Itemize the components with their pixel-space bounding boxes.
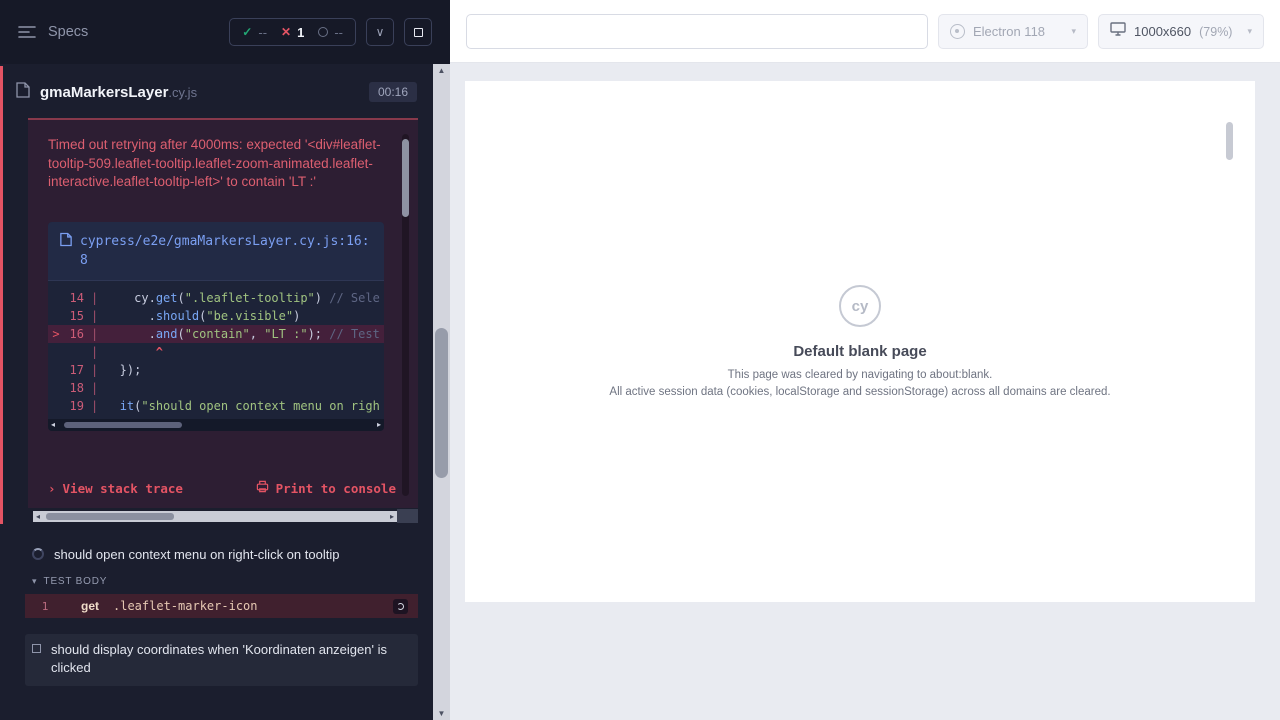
- scroll-left-icon[interactable]: ◂: [51, 419, 55, 431]
- stat-passed: ✓ --: [242, 25, 267, 40]
- collapse-tests-button[interactable]: ∨: [366, 18, 394, 46]
- aut-scrollbar-thumb[interactable]: [1226, 122, 1233, 160]
- code-line: 17| });: [48, 361, 384, 379]
- reporter-vscroll-thumb[interactable]: [435, 328, 448, 478]
- reporter-panel: Specs ✓ -- ✕ 1 -- ∨: [0, 0, 450, 720]
- blank-page-line1: This page was cleared by navigating to a…: [728, 369, 993, 381]
- passed-count: --: [258, 25, 267, 40]
- error-vscroll-thumb[interactable]: [402, 139, 409, 217]
- test-item-pending[interactable]: should display coordinates when 'Koordin…: [25, 634, 418, 686]
- command-spinner-icon: [397, 603, 404, 610]
- test-body-label: TEST BODY: [44, 576, 108, 587]
- blank-page-title: Default blank page: [793, 343, 926, 360]
- test-item-running[interactable]: should open context menu on right-click …: [25, 540, 418, 568]
- pending-test-icon: [32, 644, 41, 653]
- failed-suite-border: [0, 66, 3, 524]
- scroll-left-icon[interactable]: ◂: [36, 511, 40, 522]
- code-line: 14| cy.get(".leaflet-tooltip") // Sele: [48, 289, 384, 307]
- spec-name[interactable]: gmaMarkersLayer: [40, 84, 168, 101]
- command-number: 1: [25, 600, 65, 613]
- spec-extension: .cy.js: [168, 85, 197, 100]
- code-line: 19| it("should open context menu on righ: [48, 397, 384, 415]
- stop-run-button[interactable]: [404, 18, 432, 46]
- specs-label: Specs: [48, 24, 88, 40]
- spec-header: gmaMarkersLayer .cy.js 00:16: [0, 72, 433, 112]
- code-frame-header: cypress/e2e/gmaMarkersLayer.cy.js:16:8: [48, 222, 384, 281]
- cypress-runner: Specs ✓ -- ✕ 1 -- ∨: [0, 0, 1280, 720]
- viewport-size: 1000x660: [1134, 24, 1191, 39]
- spec-duration-badge: 00:16: [369, 82, 417, 102]
- electron-browser-icon: [950, 24, 965, 39]
- reporter-vscrollbar[interactable]: ▲ ▼: [433, 64, 450, 720]
- test-title: should open context menu on right-click …: [54, 547, 339, 562]
- view-stack-trace-label: View stack trace: [63, 481, 183, 496]
- print-to-console-label: Print to console: [276, 481, 396, 496]
- stop-icon: [414, 28, 423, 37]
- running-spinner-icon: [32, 548, 44, 560]
- command-message: .leaflet-marker-icon: [113, 599, 258, 613]
- cypress-logo: cy: [839, 285, 881, 327]
- reporter-hscrollbar[interactable]: ◂ ▸: [33, 511, 397, 522]
- section-chevron-icon: ▾: [32, 576, 37, 587]
- code-frame-file-link[interactable]: cypress/e2e/gmaMarkersLayer.cy.js:16:8: [80, 232, 372, 270]
- error-message: Timed out retrying after 4000ms: expecte…: [48, 136, 386, 192]
- failed-icon: ✕: [281, 25, 291, 39]
- scroll-right-icon[interactable]: ▸: [377, 419, 381, 431]
- url-input[interactable]: [466, 14, 928, 49]
- chevron-down-icon: ▾: [1071, 26, 1076, 37]
- command-row[interactable]: 1 get .leaflet-marker-icon: [25, 594, 418, 618]
- command-retry-badge: [393, 599, 408, 614]
- chevron-down-icon: ∨: [376, 25, 385, 39]
- browser-name: Electron 118: [973, 24, 1045, 39]
- passed-icon: ✓: [242, 25, 252, 39]
- browser-select[interactable]: Electron 118 ▾: [938, 14, 1088, 49]
- print-to-console-button[interactable]: Print to console: [256, 480, 396, 496]
- code-frame-hscrollbar[interactable]: ◂ ▸: [48, 419, 384, 431]
- code-frame-lines: 14| cy.get(".leaflet-tooltip") // Sele15…: [48, 281, 384, 419]
- code-line: | ^: [48, 343, 384, 361]
- specs-list-icon[interactable]: [18, 25, 36, 39]
- runner-area: Electron 118 ▾ 1000x660 (79%) ▾ cy Defau…: [450, 0, 1280, 720]
- code-frame-hscroll-thumb[interactable]: [64, 422, 182, 428]
- code-line: 15| .should("be.visible"): [48, 307, 384, 325]
- viewport-monitor-icon: [1110, 22, 1126, 41]
- test-title: should display coordinates when 'Koordin…: [51, 641, 396, 677]
- spec-file-icon: [16, 82, 30, 103]
- viewport-scale: (79%): [1199, 25, 1232, 39]
- test-body-section[interactable]: ▾ TEST BODY: [25, 571, 107, 591]
- viewport-select[interactable]: 1000x660 (79%) ▾: [1098, 14, 1264, 49]
- scroll-up-icon[interactable]: ▲: [433, 66, 450, 75]
- scroll-right-icon[interactable]: ▸: [390, 511, 394, 522]
- print-icon: [256, 480, 269, 496]
- reporter-header: Specs ✓ -- ✕ 1 -- ∨: [0, 0, 450, 64]
- test-stats: ✓ -- ✕ 1 --: [229, 18, 356, 46]
- caret-right-icon: ›: [48, 481, 56, 496]
- scrollbar-corner: [397, 509, 418, 523]
- runner-header: Electron 118 ▾ 1000x660 (79%) ▾: [450, 0, 1280, 63]
- scroll-down-icon[interactable]: ▼: [433, 709, 450, 718]
- code-file-icon: [60, 232, 72, 270]
- pending-count: --: [334, 25, 343, 40]
- view-stack-trace-button[interactable]: › View stack trace: [48, 481, 183, 496]
- stat-pending: --: [318, 25, 343, 40]
- command-method: get: [81, 599, 99, 613]
- failed-count: 1: [297, 25, 304, 40]
- aut-iframe: cy Default blank page This page was clea…: [465, 81, 1255, 602]
- code-line: >16| .and("contain", "LT :"); // Test: [48, 325, 384, 343]
- error-footer: › View stack trace Print to console: [48, 480, 396, 496]
- code-frame: cypress/e2e/gmaMarkersLayer.cy.js:16:8 1…: [48, 222, 384, 431]
- code-line: 18|: [48, 379, 384, 397]
- chevron-down-icon: ▾: [1247, 26, 1252, 37]
- pending-icon: [318, 27, 328, 37]
- error-vscrollbar[interactable]: [402, 134, 409, 496]
- blank-page-line2: All active session data (cookies, localS…: [609, 386, 1110, 398]
- reporter-hscroll-thumb[interactable]: [46, 513, 174, 520]
- stat-failed: ✕ 1: [281, 25, 304, 40]
- error-attempt-panel: Timed out retrying after 4000ms: expecte…: [28, 118, 418, 508]
